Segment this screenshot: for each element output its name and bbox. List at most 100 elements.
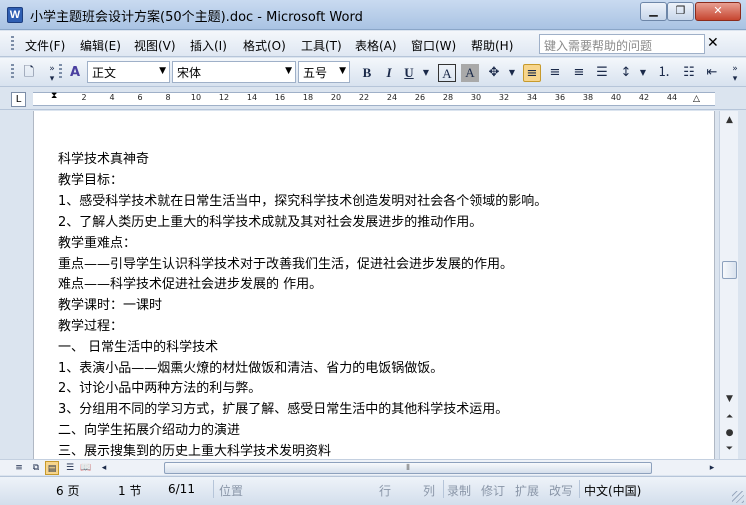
- ruler-tick: 24: [386, 93, 398, 102]
- line-spacing-icon[interactable]: ↕: [617, 64, 635, 82]
- character-border-button[interactable]: A: [438, 64, 456, 82]
- status-extend[interactable]: 扩展: [515, 482, 539, 499]
- status-overtype[interactable]: 改写: [549, 482, 573, 499]
- underline-dropdown-icon[interactable]: ▼: [417, 64, 435, 82]
- status-record[interactable]: 录制: [447, 482, 471, 499]
- minimize-icon: ▁: [649, 4, 658, 17]
- select-browse-object-icon[interactable]: ●: [722, 426, 737, 441]
- menu-file[interactable]: 文件(F): [25, 37, 65, 54]
- menu-format[interactable]: 格式(O): [243, 37, 286, 54]
- outline-view-icon[interactable]: ☰: [63, 461, 77, 475]
- bullets-icon[interactable]: ☷: [680, 64, 698, 82]
- menu-tools[interactable]: 工具(T): [301, 37, 342, 54]
- tab-selector-icon[interactable]: L: [11, 92, 26, 107]
- menu-view[interactable]: 视图(V): [134, 37, 176, 54]
- align-left-button[interactable]: ≡: [523, 64, 541, 82]
- maximize-button[interactable]: ❐: [667, 2, 694, 21]
- menu-edit[interactable]: 编辑(E): [80, 37, 121, 54]
- menu-table[interactable]: 表格(A): [355, 37, 397, 54]
- line-spacing-dropdown-icon[interactable]: ▼: [634, 64, 652, 82]
- normal-view-icon[interactable]: ≡: [12, 461, 26, 475]
- web-view-icon[interactable]: ⧉: [29, 461, 43, 475]
- status-separator: [579, 480, 580, 498]
- horizontal-ruler[interactable]: 2 4 6 8 10 12 14 16 18 20 22 24 26 28 30…: [33, 91, 715, 106]
- toolbar-options-icon-2[interactable]: » ▾: [726, 64, 744, 84]
- maximize-icon: ❐: [675, 4, 686, 17]
- left-indent-marker-icon[interactable]: ⧗: [51, 91, 57, 101]
- menu-grip-icon[interactable]: [11, 36, 14, 52]
- scroll-right-icon[interactable]: ▸: [705, 461, 719, 475]
- align-right-button[interactable]: ≡: [570, 64, 588, 82]
- status-separator: [213, 480, 214, 498]
- status-revision[interactable]: 修订: [481, 482, 505, 499]
- scroll-down-icon[interactable]: ▼: [722, 392, 737, 407]
- doc-paragraph[interactable]: 教学过程：: [58, 315, 123, 334]
- ruler-tick: 12: [218, 93, 230, 102]
- decrease-indent-icon[interactable]: ⇤: [703, 64, 721, 82]
- vertical-scroll-thumb[interactable]: [722, 261, 737, 279]
- menu-help[interactable]: 帮助(H): [471, 37, 513, 54]
- character-shading-button[interactable]: A: [461, 64, 479, 82]
- new-document-icon[interactable]: 🗋: [20, 64, 38, 82]
- resize-grip-icon[interactable]: [732, 491, 744, 503]
- word-app-icon[interactable]: W: [7, 7, 23, 23]
- align-center-button[interactable]: ≡: [546, 64, 564, 82]
- underline-button[interactable]: U: [400, 64, 418, 82]
- reading-layout-icon[interactable]: 📖: [79, 461, 93, 475]
- menu-bar: 文件(F) 编辑(E) 视图(V) 插入(I) 格式(O) 工具(T) 表格(A…: [0, 31, 746, 57]
- document-page[interactable]: 科学技术真神奇 教学目标： 1、感受科学技术就在日常生活当中，探究科学技术创造发…: [33, 111, 715, 459]
- horizontal-scroll-thumb[interactable]: ⦀: [164, 462, 652, 474]
- help-search-input[interactable]: 键入需要帮助的问题: [539, 34, 705, 54]
- doc-paragraph[interactable]: 难点——科学技术促进社会进步发展的 作用。: [58, 273, 322, 292]
- menu-window[interactable]: 窗口(W): [411, 37, 456, 54]
- status-section: 1 节: [118, 484, 142, 498]
- doc-paragraph[interactable]: 3、分组用不同的学习方式，扩展了解、感受日常生活中的其他科学技术运用。: [58, 398, 508, 417]
- status-position: 位置: [219, 484, 244, 498]
- right-indent-marker-icon[interactable]: △: [693, 94, 700, 104]
- doc-paragraph[interactable]: 科学技术真神奇: [58, 148, 149, 167]
- doc-paragraph[interactable]: 二、向学生拓展介绍动力的演进: [58, 419, 240, 438]
- numbering-icon[interactable]: ⒈: [655, 64, 673, 82]
- close-button[interactable]: ✕: [695, 2, 741, 21]
- italic-button[interactable]: I: [380, 64, 398, 82]
- ruler-tick: 10: [190, 93, 202, 102]
- vertical-scrollbar[interactable]: ▲ ▼ ⏶ ● ⏷: [719, 111, 738, 459]
- previous-page-icon[interactable]: ⏶: [722, 410, 737, 425]
- character-scaling-icon[interactable]: ✥: [485, 64, 503, 82]
- font-value: 宋体: [177, 66, 202, 80]
- ruler-tick: 16: [274, 93, 286, 102]
- minimize-button[interactable]: ▁: [640, 2, 667, 21]
- ruler-tick: 6: [137, 93, 143, 102]
- status-column: 列: [423, 484, 436, 498]
- toolbar-grip-icon[interactable]: [11, 64, 14, 80]
- status-line: 行: [379, 484, 392, 498]
- bold-button[interactable]: B: [358, 64, 376, 82]
- print-layout-icon[interactable]: ▤: [45, 461, 59, 475]
- document-area: 科学技术真神奇 教学目标： 1、感受科学技术就在日常生活当中，探究科学技术创造发…: [0, 111, 719, 459]
- ruler-tick: 2: [81, 93, 87, 102]
- font-size-select[interactable]: 五号 ▼: [298, 61, 350, 83]
- doc-paragraph[interactable]: 教学课时：一课时: [58, 294, 162, 313]
- doc-paragraph[interactable]: 教学目标：: [58, 169, 123, 188]
- menu-insert[interactable]: 插入(I): [190, 37, 227, 54]
- styles-formatting-icon[interactable]: A: [66, 64, 84, 82]
- doc-paragraph[interactable]: 一、 日常生活中的科学技术: [58, 336, 218, 355]
- toolbar-grip-icon-2[interactable]: [59, 64, 62, 80]
- next-page-icon[interactable]: ⏷: [722, 442, 737, 457]
- doc-paragraph[interactable]: 教学重难点：: [58, 232, 136, 251]
- horizontal-scrollbar[interactable]: ⦀: [107, 462, 704, 474]
- justify-button[interactable]: ☰: [593, 64, 611, 82]
- status-language[interactable]: 中文(中国): [584, 482, 641, 499]
- scroll-up-icon[interactable]: ▲: [722, 113, 737, 128]
- doc-paragraph[interactable]: 1、表演小品——烟熏火燎的材灶做饭和清洁、省力的电饭锅做饭。: [58, 357, 443, 376]
- doc-paragraph[interactable]: 2、讨论小品中两种方法的利与弊。: [58, 377, 261, 396]
- style-select[interactable]: 正文 ▼: [87, 61, 170, 83]
- doc-paragraph[interactable]: 重点——引导学生认识科学技术对于改善我们生活，促进社会进步发展的作用。: [58, 253, 513, 272]
- font-select[interactable]: 宋体 ▼: [172, 61, 296, 83]
- status-bar: 6 页 1 节 6/11 位置 行 列 录制 修订 扩展 改写 中文(中国): [0, 476, 746, 505]
- doc-paragraph[interactable]: 2、了解人类历史上重大的科学技术成就及其对社会发展进步的推动作用。: [58, 211, 482, 230]
- close-document-icon[interactable]: ✕: [707, 35, 719, 51]
- doc-paragraph[interactable]: 1、感受科学技术就在日常生活当中，探究科学技术创造发明对社会各个领域的影响。: [58, 190, 547, 209]
- doc-paragraph[interactable]: 三、展示搜集到的历史上重大科学技术发明资料: [58, 440, 331, 459]
- scaling-dropdown-icon[interactable]: ▼: [503, 64, 521, 82]
